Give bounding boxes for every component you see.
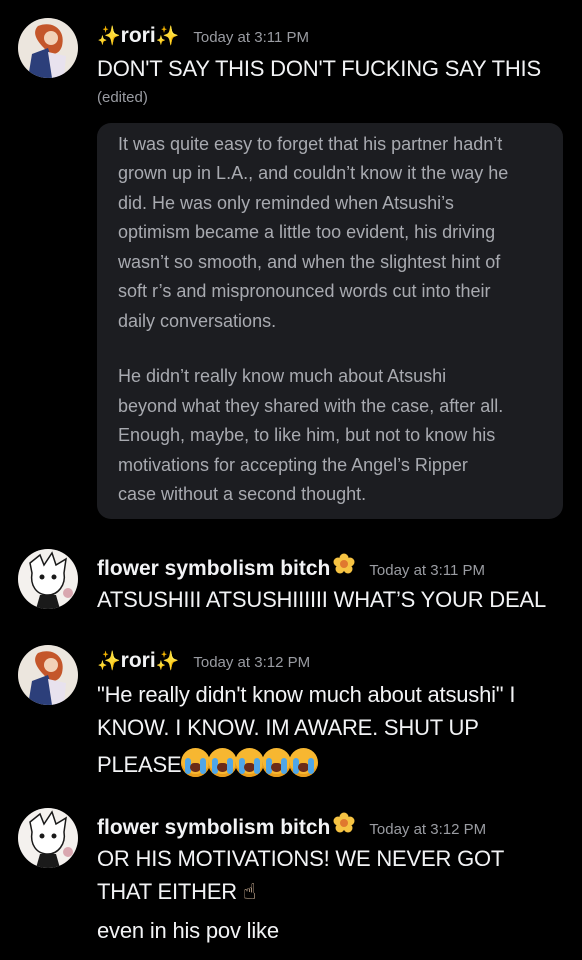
- loudly-crying-face-icon: [208, 748, 238, 777]
- sparkle-icon: ✨: [97, 651, 121, 672]
- quote-line: did. He was only reminded when Atsushi’s: [118, 193, 454, 213]
- message-header: flower symbolism bitch Today at 3:12 PM: [97, 812, 486, 842]
- message-header: flower symbolism bitch Today at 3:11 PM: [97, 553, 485, 583]
- username[interactable]: flower symbolism bitch: [97, 816, 330, 840]
- quote-line: daily conversations.: [118, 311, 277, 331]
- avatar-art: [18, 549, 78, 609]
- sparkle-icon: ✨: [155, 651, 180, 672]
- message-text: even in his pov like: [97, 918, 279, 943]
- username[interactable]: rori: [121, 24, 156, 48]
- timestamp[interactable]: Today at 3:11 PM: [369, 562, 485, 579]
- quote-line: case without a second thought.: [118, 484, 367, 504]
- quote-line: It was quite easy to forget that his par…: [118, 134, 503, 154]
- message-header: ✨ rori ✨ Today at 3:12 PM: [97, 649, 310, 679]
- quote-line: soft r’s and mispronounced words cut int…: [118, 281, 491, 301]
- loudly-crying-face-icon: [262, 748, 292, 777]
- avatar-flower-symbolism-bitch[interactable]: [18, 549, 78, 609]
- index-pointing-up-icon: ☝: [243, 879, 257, 904]
- sparkle-icon: ✨: [155, 26, 180, 47]
- loudly-crying-face-icon: [289, 748, 319, 777]
- username[interactable]: rori: [121, 649, 156, 673]
- timestamp[interactable]: Today at 3:11 PM: [193, 29, 309, 46]
- avatar-art: [18, 808, 78, 868]
- message-text: KNOW. I KNOW. IM AWARE. SHUT UP: [97, 715, 479, 740]
- loudly-crying-face-icon: [235, 748, 265, 777]
- message-text: ATSUSHIII ATSUSHIIIIII WHAT’S YOUR DEAL: [97, 587, 546, 612]
- quote-line: grown up in L.A., and couldn’t know it t…: [118, 163, 509, 183]
- avatar-flower-symbolism-bitch[interactable]: [18, 808, 78, 868]
- avatar-art: [18, 645, 78, 705]
- message-text-with-emoji: THAT EITHER ☝: [97, 879, 256, 905]
- message-text: DON'T SAY THIS DON'T FUCKING SAY THIS: [97, 56, 541, 81]
- message-header: ✨ rori ✨ Today at 3:11 PM: [97, 24, 309, 54]
- quote-line: optimism became a little too evident, hi…: [118, 222, 496, 242]
- quote-line: Enough, maybe, to like him, but not to k…: [118, 425, 496, 445]
- quoted-excerpt: It was quite easy to forget that his par…: [97, 123, 563, 519]
- quote-line: beyond what they shared with the case, a…: [118, 396, 504, 416]
- message-text: THAT EITHER: [97, 879, 237, 904]
- username[interactable]: flower symbolism bitch: [97, 557, 330, 581]
- message-text: "He really didn't know much about atsush…: [97, 682, 516, 707]
- sparkle-icon: ✨: [97, 26, 121, 47]
- flower-icon: [333, 812, 355, 833]
- avatar-art: [18, 18, 78, 78]
- avatar-rori[interactable]: [18, 645, 78, 705]
- quote-line: He didn’t really know much about Atsushi: [118, 366, 447, 386]
- quote-line: wasn’t so smooth, and when the slightest…: [118, 252, 501, 272]
- message-text: OR HIS MOTIVATIONS! WE NEVER GOT: [97, 846, 505, 871]
- flower-icon: [333, 553, 355, 574]
- loudly-crying-face-icon: [181, 748, 211, 777]
- message-text: PLEASE: [97, 752, 182, 777]
- timestamp[interactable]: Today at 3:12 PM: [193, 654, 310, 671]
- quote-line: motivations for accepting the Angel’s Ri…: [118, 455, 468, 475]
- message-text-with-emoji: PLEASE: [97, 748, 319, 778]
- timestamp[interactable]: Today at 3:12 PM: [369, 821, 486, 838]
- edited-label: (edited): [97, 89, 148, 106]
- avatar-rori[interactable]: [18, 18, 78, 78]
